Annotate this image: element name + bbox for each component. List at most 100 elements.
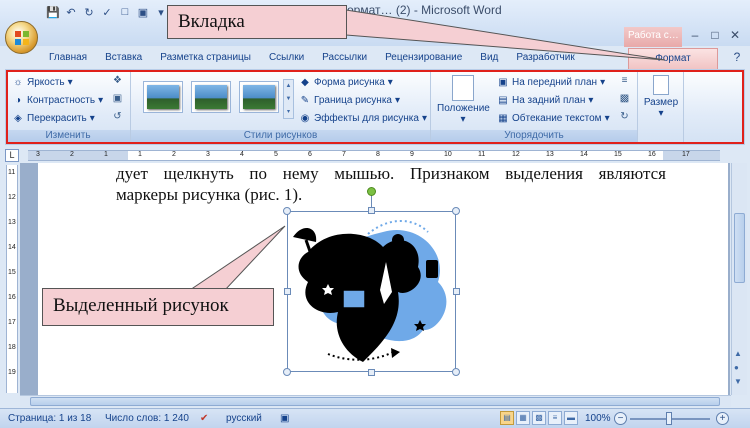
horizontal-scroll-thumb[interactable]	[30, 397, 720, 406]
word-count[interactable]: Число слов: 1 240	[105, 413, 189, 424]
full-screen-reading-icon[interactable]: ▦	[516, 411, 530, 425]
rotation-handle[interactable]	[367, 187, 376, 196]
landscape-thumbnail-icon	[147, 85, 179, 109]
page-count[interactable]: Страница: 1 из 18	[8, 413, 91, 424]
tab-page-layout[interactable]: Разметка страницы	[151, 49, 260, 69]
zoom-level[interactable]: 100%	[585, 413, 611, 424]
callout-selected-picture: Выделенный рисунок	[42, 288, 274, 326]
picture-shape-button[interactable]: ◆ Форма рисунка ▾	[299, 76, 393, 88]
ruler-number: 7	[342, 151, 346, 158]
tab-insert[interactable]: Вставка	[96, 49, 151, 69]
resize-handle-s[interactable]	[368, 369, 375, 376]
print-preview-icon[interactable]: ▣	[135, 4, 151, 20]
office-button[interactable]	[5, 21, 38, 54]
ruler-number: 17	[682, 151, 690, 158]
tab-view[interactable]: Вид	[471, 49, 507, 69]
save-icon[interactable]: 💾	[45, 4, 61, 20]
language-indicator[interactable]: русский	[226, 413, 262, 424]
picture-effects-button[interactable]: ◉ Эффекты для рисунка ▾	[299, 112, 427, 124]
scroll-up-icon[interactable]: ▲	[734, 349, 742, 358]
spell-icon[interactable]: ✓	[99, 4, 115, 20]
vertical-ruler[interactable]: 11 12 13 14 15 16 17 18 19	[6, 165, 18, 393]
picture-border-button[interactable]: ✎ Граница рисунка ▾	[299, 94, 400, 106]
close-icon[interactable]: ✕	[726, 28, 744, 44]
size-button[interactable]: Размер ▾	[642, 75, 680, 119]
help-icon[interactable]: ?	[728, 50, 746, 66]
zoom-out-icon[interactable]: −	[614, 412, 627, 425]
print-layout-icon[interactable]: ▤	[500, 411, 514, 425]
dropdown-arrow-icon: ▾	[394, 94, 401, 106]
position-label: Положение	[437, 103, 490, 114]
contrast-button[interactable]: ◑ Контрастность ▾	[12, 94, 103, 106]
macro-record-icon[interactable]: ▣	[280, 413, 289, 424]
rotate-icon[interactable]: ↻	[617, 111, 632, 125]
shape-icon: ◆	[301, 76, 309, 88]
group-label-picture-styles: Стили рисунков	[131, 130, 430, 143]
vertical-scroll-thumb[interactable]	[734, 213, 745, 283]
resize-handle-sw[interactable]	[283, 368, 291, 376]
undo-icon[interactable]: ↶	[63, 4, 79, 20]
style-thumbnail-1[interactable]	[143, 81, 183, 113]
minimize-icon[interactable]: –	[686, 28, 704, 44]
proofing-icon[interactable]: ✔	[200, 413, 208, 424]
callout-tab: Вкладка	[167, 5, 347, 39]
change-picture-icon[interactable]: ▣	[110, 93, 125, 107]
select-browse-icon[interactable]: ●	[734, 363, 739, 372]
resize-handle-n[interactable]	[368, 207, 375, 214]
send-back-button[interactable]: ▤ На задний план ▾	[497, 94, 593, 106]
brightness-label: Яркость	[27, 76, 65, 88]
draft-icon[interactable]: ▬	[564, 411, 578, 425]
vruler-number: 12	[8, 194, 16, 201]
tab-format[interactable]: Формат	[628, 48, 718, 69]
tab-home[interactable]: Главная	[40, 49, 96, 69]
tab-selector-icon[interactable]: L	[5, 149, 19, 162]
restore-icon[interactable]: □	[706, 28, 724, 44]
group-label-arrange: Упорядочить	[431, 130, 637, 143]
landscape-thumbnail-icon	[243, 85, 275, 109]
tab-review[interactable]: Рецензирование	[376, 49, 471, 69]
tab-mailings[interactable]: Рассылки	[313, 49, 376, 69]
group-arrange: Положение ▾ ▣ На передний план ▾ ▤ На зад…	[431, 70, 638, 144]
brightness-button[interactable]: ☼ Яркость ▾	[12, 76, 72, 88]
horizontal-scrollbar[interactable]	[20, 395, 731, 407]
outline-icon[interactable]: ≡	[548, 411, 562, 425]
style-thumbnail-3[interactable]	[239, 81, 279, 113]
wrap-text-button[interactable]: ▦ Обтекание текстом ▾	[497, 112, 609, 124]
horizontal-ruler[interactable]: 3 2 1 1 2 3 4 5 6 7 8 9 10 11 12 13 14 15 16 17	[28, 150, 720, 161]
redo-icon[interactable]: ↻	[81, 4, 97, 20]
web-layout-icon[interactable]: ▩	[532, 411, 546, 425]
align-icon[interactable]: ≡	[617, 75, 632, 89]
group-picture-styles: ▲ ▼ ▾ ◆ Форма рисунка ▾ ✎ Граница рисунка ▾ …	[131, 70, 431, 144]
title-bar: 💾 ↶ ↻ ✓ □ ▣ ▾ …ормат… (2) - Microsoft Wo…	[0, 0, 750, 47]
style-thumbnail-2[interactable]	[191, 81, 231, 113]
recolor-button[interactable]: ◈ Перекрасить ▾	[12, 112, 95, 124]
zoom-in-icon[interactable]: +	[716, 412, 729, 425]
dropdown-arrow-icon: ▾	[421, 112, 427, 124]
group-size: Размер ▾	[638, 70, 684, 144]
ruler-number: 10	[444, 151, 452, 158]
bring-front-button[interactable]: ▣ На передний план ▾	[497, 76, 605, 88]
resize-handle-e[interactable]	[453, 288, 460, 295]
scroll-down-icon[interactable]: ▼	[734, 377, 742, 386]
ruler-number: 13	[546, 151, 554, 158]
group-icon[interactable]: ▩	[617, 93, 632, 107]
tab-developer[interactable]: Разработчик	[507, 49, 583, 69]
group-label-adjust: Изменить	[6, 130, 130, 143]
resize-handle-nw[interactable]	[283, 207, 291, 215]
context-tab-header: Работа с…	[624, 27, 682, 47]
position-button[interactable]: Положение ▾	[437, 75, 490, 125]
ruler-number: 2	[172, 151, 176, 158]
selected-picture[interactable]	[287, 211, 456, 372]
resize-handle-ne[interactable]	[452, 207, 460, 215]
resize-handle-w[interactable]	[284, 288, 291, 295]
zoom-slider-knob[interactable]	[666, 412, 672, 425]
recolor-label: Перекрасить	[27, 112, 87, 124]
new-doc-icon[interactable]: □	[117, 4, 133, 20]
resize-handle-se[interactable]	[452, 368, 460, 376]
gallery-scroll-buttons[interactable]: ▲ ▼ ▾	[283, 79, 294, 119]
document-text[interactable]: дует щелкнуть по нему мышью. Признаком в…	[116, 163, 666, 205]
vertical-scrollbar[interactable]: ▲ ● ▼	[731, 163, 747, 395]
tab-references[interactable]: Ссылки	[260, 49, 313, 69]
reset-picture-icon[interactable]: ↺	[110, 111, 125, 125]
compress-pictures-icon[interactable]: ❖	[110, 75, 125, 89]
